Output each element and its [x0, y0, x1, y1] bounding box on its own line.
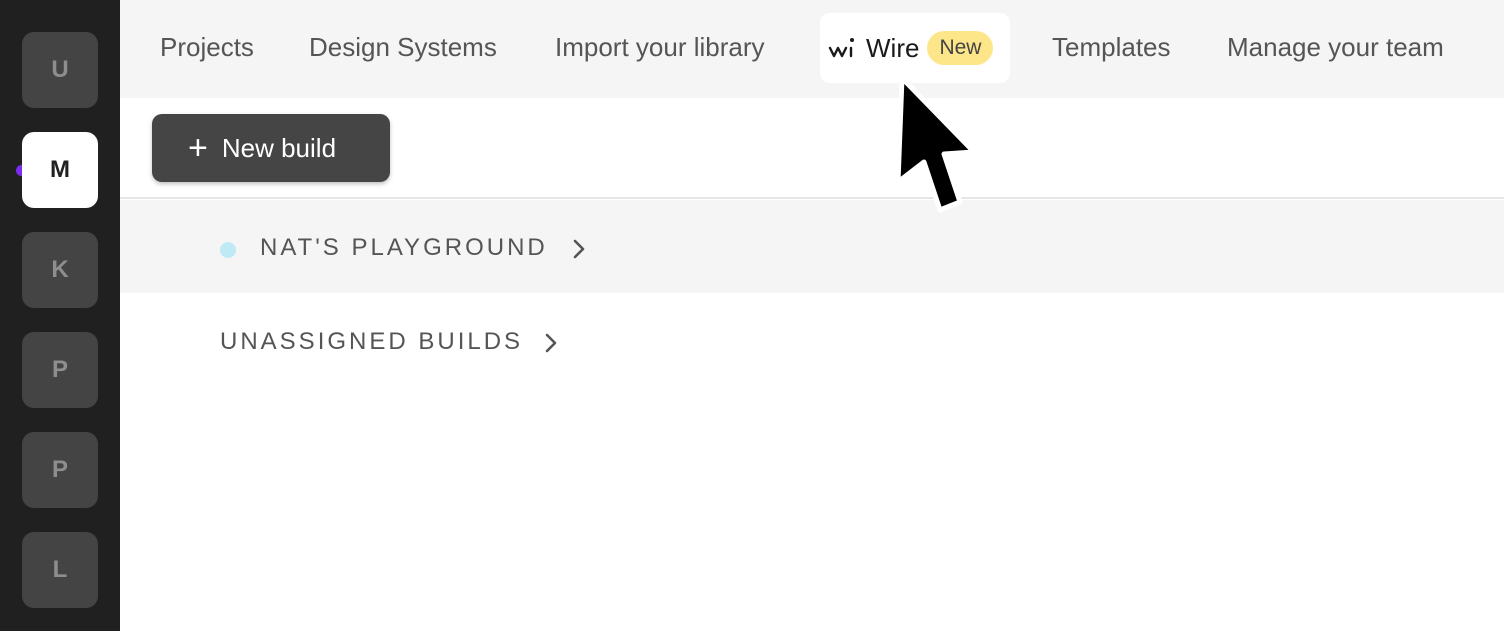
- chevron-right-icon: [545, 333, 557, 353]
- top-navigation: Projects Design Systems Import your libr…: [120, 0, 1504, 98]
- nav-projects[interactable]: Projects: [160, 30, 254, 64]
- workspace-sidebar: U M K P P L: [0, 0, 120, 631]
- workspace-button-u[interactable]: U: [22, 32, 98, 108]
- nav-design-systems[interactable]: Design Systems: [309, 30, 497, 64]
- group-color-dot: [220, 242, 236, 258]
- nav-import-library[interactable]: Import your library: [555, 30, 765, 64]
- plus-icon: +: [188, 129, 208, 167]
- new-build-button[interactable]: + New build: [152, 114, 390, 182]
- nav-wire[interactable]: Wire New: [820, 13, 1010, 83]
- toolbar: + New build: [120, 98, 1504, 199]
- nav-manage-team[interactable]: Manage your team: [1227, 30, 1444, 64]
- workspace-button-p2[interactable]: P: [22, 432, 98, 508]
- workspace-button-m[interactable]: M: [22, 132, 98, 208]
- nav-templates[interactable]: Templates: [1052, 30, 1171, 64]
- unassigned-builds-label: UNASSIGNED BUILDS: [220, 328, 524, 355]
- new-badge: New: [927, 31, 994, 65]
- new-build-label: New build: [221, 132, 337, 163]
- workspace-button-k[interactable]: K: [22, 232, 98, 308]
- workspace-button-p1[interactable]: P: [22, 332, 98, 408]
- group-label: NAT'S PLAYGROUND: [260, 234, 548, 261]
- wire-logo-icon: [828, 38, 854, 58]
- project-group-row[interactable]: NAT'S PLAYGROUND: [120, 200, 1504, 293]
- workspace-button-l[interactable]: L: [22, 532, 98, 608]
- chevron-right-icon: [573, 239, 585, 259]
- unassigned-builds-row[interactable]: UNASSIGNED BUILDS: [120, 293, 1504, 393]
- nav-wire-label: Wire: [866, 32, 920, 63]
